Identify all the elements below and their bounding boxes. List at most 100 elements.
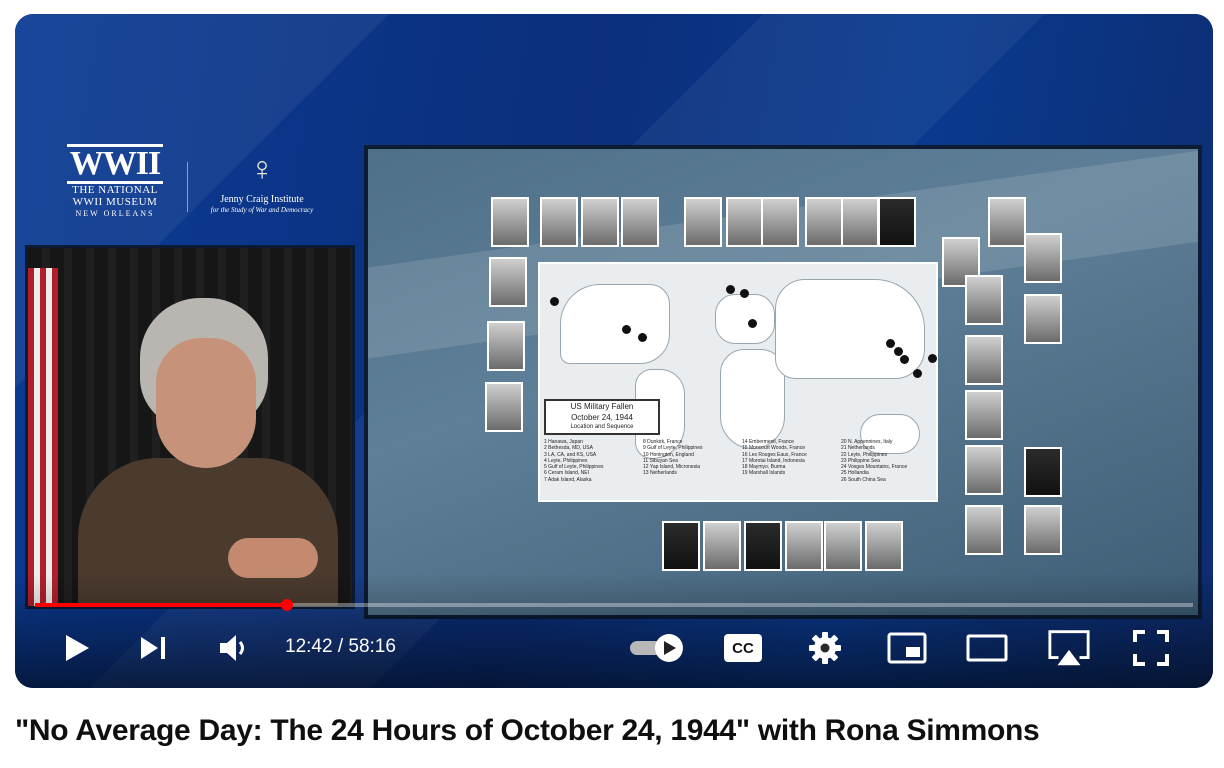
legend-entry: 7 Adak Island, Alaska [544, 476, 592, 483]
logo-area: WWII THE NATIONAL WWII MUSEUM NEW ORLEAN… [67, 144, 327, 224]
portrait-photo [1024, 294, 1062, 344]
time-display: 12:42 / 58:16 [285, 636, 396, 658]
legend-column-4: 20 N. Appennines, Italy 21 Netherlands 2… [841, 439, 934, 497]
progress-bar[interactable] [35, 599, 1193, 611]
duration: 58:16 [348, 636, 396, 657]
portrait-photo [761, 197, 799, 247]
north-america [560, 284, 670, 364]
portrait-photo [684, 197, 722, 247]
time-separator: / [332, 636, 349, 657]
map-marker [638, 333, 647, 342]
wwii-line-1: THE NATIONAL [72, 184, 158, 196]
europe [715, 294, 775, 344]
map-marker [748, 319, 757, 328]
video-player[interactable]: WWII THE NATIONAL WWII MUSEUM NEW ORLEAN… [15, 14, 1213, 688]
portrait-photo [703, 521, 741, 571]
slide-box-subtitle: Location and Sequence [570, 424, 634, 430]
portrait-photo [965, 335, 1003, 385]
theater-mode-icon [966, 634, 1008, 662]
portrait-photo [841, 197, 879, 247]
portrait-photo [865, 521, 903, 571]
miniplayer-button[interactable] [885, 626, 929, 670]
us-flag [28, 268, 58, 606]
portrait-photo [581, 197, 619, 247]
portrait-photo [824, 521, 862, 571]
captions-button[interactable]: CC [721, 626, 765, 670]
speaker-camera-feed [25, 245, 355, 609]
portrait-photo [489, 257, 527, 307]
fullscreen-icon [1133, 630, 1169, 666]
presentation-slide-frame: US Military Fallen October 24, 1944 Loca… [364, 145, 1202, 619]
presentation-slide: US Military Fallen October 24, 1944 Loca… [368, 149, 1198, 615]
map-marker [913, 369, 922, 378]
miniplayer-icon [887, 632, 927, 664]
silhouette-photo [1024, 447, 1062, 497]
silhouette-photo [662, 521, 700, 571]
legend-entry: 19 Marshall Islands [742, 470, 786, 477]
speaker-face [156, 338, 256, 468]
portrait-photo [965, 390, 1003, 440]
play-button[interactable] [55, 626, 99, 670]
portrait-photo [491, 197, 529, 247]
volume-button[interactable] [213, 626, 257, 670]
jc-subtitle: for the Study of War and Democracy [210, 206, 314, 214]
portrait-photo [1024, 233, 1062, 283]
silhouette-photo [878, 197, 916, 247]
slide-legend-box: US Military Fallen October 24, 1944 Loca… [544, 399, 660, 435]
logo-divider [187, 162, 188, 212]
autoplay-toggle[interactable] [625, 626, 689, 670]
legend-entry: 13 Netherlands [643, 470, 677, 477]
portrait-photo [487, 321, 525, 371]
next-icon [141, 637, 165, 659]
progress-played [35, 603, 288, 607]
gear-icon [809, 632, 841, 664]
map-marker [740, 289, 749, 298]
captions-icon: CC [724, 634, 762, 662]
play-icon [66, 635, 89, 661]
portrait-photo [965, 445, 1003, 495]
video-title: "No Average Day: The 24 Hours of October… [15, 714, 1040, 747]
map-marker [928, 354, 937, 363]
portrait-photo [785, 521, 823, 571]
next-button[interactable] [131, 626, 175, 670]
slide-box-title: US Military Fallen [570, 402, 634, 411]
portrait-photo [965, 275, 1003, 325]
map-marker [622, 325, 631, 334]
airplay-button[interactable] [1047, 626, 1091, 670]
slide-legend-columns: 1 Hanawa, Japan 2 Bethesda, MD, USA 3 LA… [544, 439, 934, 497]
player-controls: 12:42 / 58:16 CC [15, 620, 1213, 676]
legend-column-3: 14 Embermenil, France 15 Moncourt Woods,… [742, 439, 835, 497]
legend-column-2: 8 Dunkirk, France 9 Gulf of Leyte, Phili… [643, 439, 736, 497]
asia [775, 279, 925, 379]
portrait-photo [621, 197, 659, 247]
airplay-icon [1048, 630, 1090, 666]
autoplay-toggle-icon [630, 634, 683, 662]
portrait-photo [965, 505, 1003, 555]
jenny-craig-institute-logo: ♀ Jenny Craig Institute for the Study of… [197, 144, 327, 214]
slide-box-date: October 24, 1944 [571, 413, 633, 422]
fullscreen-button[interactable] [1129, 626, 1173, 670]
wwii-line-2: WWII MUSEUM [72, 196, 158, 208]
wwii-line-3: NEW ORLEANS [75, 209, 155, 218]
speaker-hand [228, 538, 318, 578]
portrait-photo [1024, 505, 1062, 555]
current-time: 12:42 [285, 636, 333, 657]
statue-icon: ♀ [249, 150, 275, 188]
portrait-photo [805, 197, 843, 247]
map-marker [900, 355, 909, 364]
theater-mode-button[interactable] [965, 626, 1009, 670]
jc-name: Jenny Craig Institute [220, 194, 304, 205]
portrait-photo [485, 382, 523, 432]
settings-button[interactable] [803, 626, 847, 670]
map-marker [726, 285, 735, 294]
speaker [68, 298, 338, 606]
legend-column-1: 1 Hanawa, Japan 2 Bethesda, MD, USA 3 LA… [544, 439, 637, 497]
wwii-museum-logo: WWII THE NATIONAL WWII MUSEUM NEW ORLEAN… [67, 144, 163, 220]
legend-entry: 26 South China Sea [841, 476, 886, 483]
portrait-photo [726, 197, 764, 247]
map-marker [550, 297, 559, 306]
portrait-photo [540, 197, 578, 247]
portrait-photo [988, 197, 1026, 247]
wwii-mark: WWII [67, 144, 163, 184]
volume-icon [220, 635, 244, 661]
